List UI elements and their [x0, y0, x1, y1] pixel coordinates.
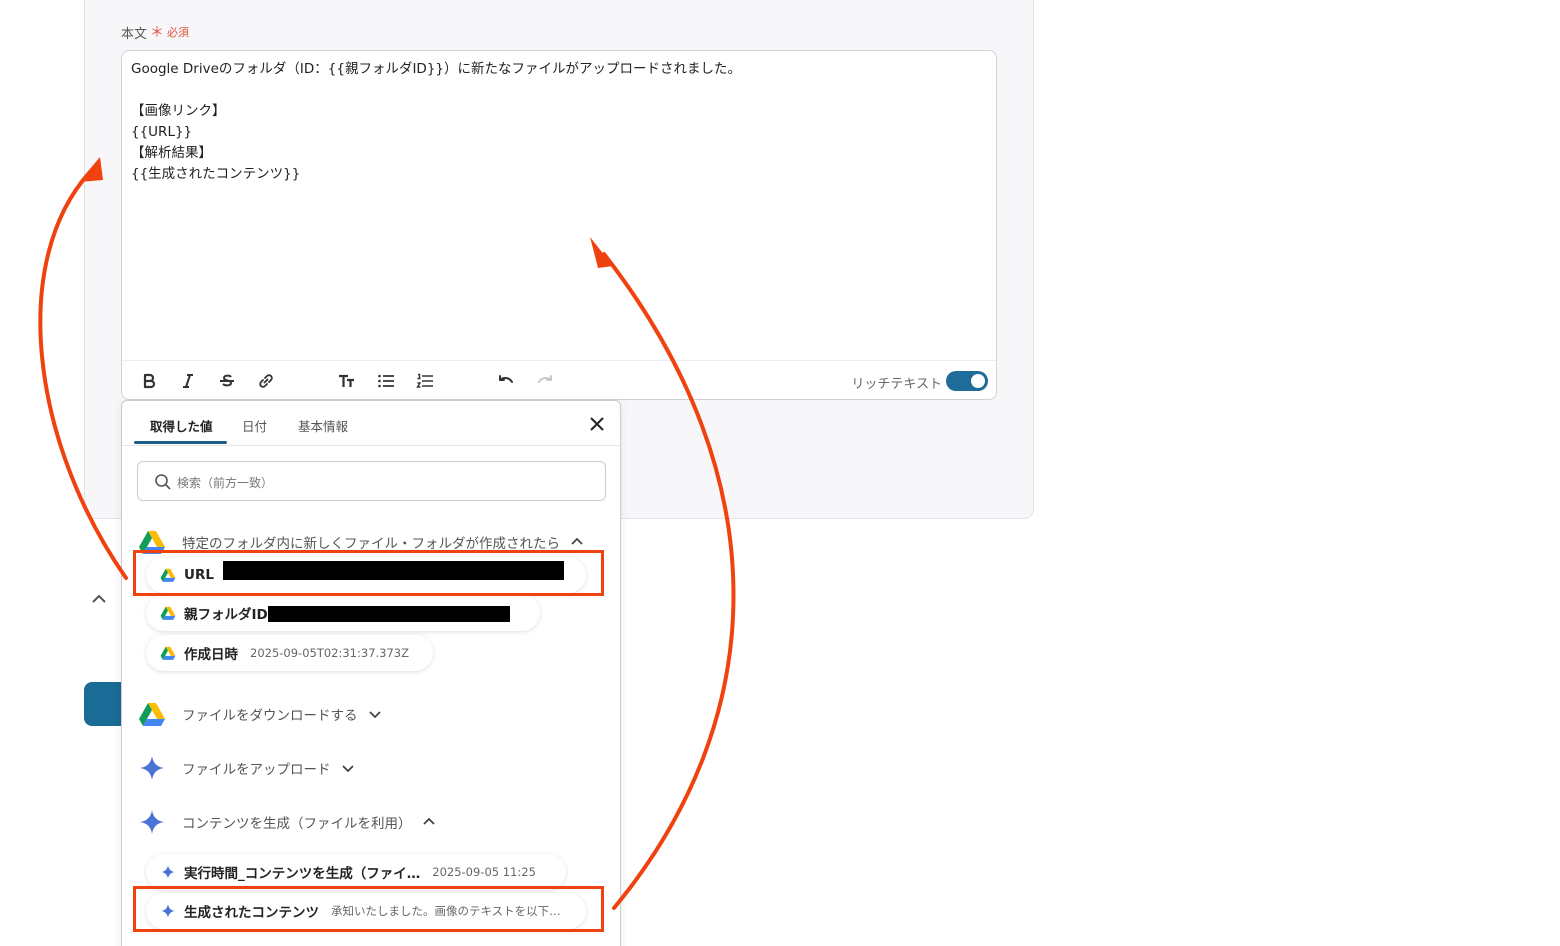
editor-toolbar: リッチテキスト — [122, 360, 996, 400]
tab-acquired-values[interactable]: 取得した値 — [150, 416, 213, 435]
editor-content[interactable]: Google Driveのフォルダ（ID：{{親フォルダID}}）に新たなファイ… — [131, 59, 741, 185]
bold-icon[interactable] — [139, 371, 159, 391]
active-tab-indicator — [134, 441, 227, 444]
section-title: コンテンツを生成（ファイルを利用） — [182, 816, 412, 832]
search-icon — [154, 473, 172, 491]
body-label-text: 本文 — [121, 26, 148, 42]
picker-tabs: 取得した値 日付 基本情報 — [122, 401, 620, 446]
tab-date[interactable]: 日付 — [242, 416, 267, 435]
chevron-up-icon — [571, 537, 583, 545]
google-drive-icon — [160, 646, 176, 660]
highlight-box-generated-content — [133, 886, 604, 932]
bullet-list-icon[interactable] — [376, 371, 396, 391]
numbered-list-icon[interactable] — [415, 371, 435, 391]
section-generate-content[interactable]: コンテンツを生成（ファイルを利用） — [138, 808, 436, 836]
tab-basic-info[interactable]: 基本情報 — [298, 416, 348, 435]
editor-line: Google Driveのフォルダ（ID：{{親フォルダID}}）に新たなファイ… — [131, 61, 741, 77]
screen: 本文 ＊ 必須 Google Driveのフォルダ（ID：{{親フォルダID}}… — [0, 0, 1560, 946]
required-text: 必須 — [167, 26, 190, 39]
editor-line: {{生成されたコンテンツ}} — [131, 166, 301, 182]
gemini-sparkle-icon — [140, 756, 164, 780]
body-field-label: 本文 ＊ 必須 — [121, 22, 189, 42]
value-name: 実行時間_コンテンツを生成（ファイ… — [184, 866, 421, 882]
redo-icon[interactable] — [535, 371, 555, 391]
value-pill-created-at[interactable]: 作成日時 2025-09-05T02:31:37.373Z — [146, 635, 433, 671]
gemini-sparkle-icon — [140, 810, 164, 834]
required-star: ＊ — [150, 25, 165, 41]
section-title: 特定のフォルダ内に新しくファイル・フォルダが作成されたら — [182, 536, 560, 552]
section-title: ファイルをアップロード — [182, 762, 331, 778]
value-pill-execution-time[interactable]: 実行時間_コンテンツを生成（ファイ… 2025-09-05 11:25 — [146, 854, 566, 890]
chevron-up-icon[interactable] — [90, 590, 108, 608]
rich-text-label: リッチテキスト — [851, 377, 942, 392]
undo-icon[interactable] — [496, 371, 516, 391]
variable-picker-popup: 取得した値 日付 基本情報 検索（前方一致） 特定のフォルダ内に新しくファイル・… — [121, 400, 621, 946]
section-title: ファイルをダウンロードする — [182, 708, 358, 724]
link-icon[interactable] — [256, 371, 276, 391]
search-input[interactable]: 検索（前方一致） — [137, 461, 606, 501]
redacted-block — [268, 606, 510, 622]
search-placeholder: 検索（前方一致） — [177, 476, 274, 490]
value-preview: 2025-09-05T02:31:37.373Z — [250, 646, 409, 660]
google-drive-icon — [160, 606, 176, 620]
value-name: 作成日時 — [184, 647, 238, 663]
section-upload-file[interactable]: ファイルをアップロード — [138, 754, 355, 782]
value-preview: 2025-09-05 11:25 — [432, 865, 536, 879]
editor-line: 【解析結果】 — [131, 145, 212, 161]
rich-text-toggle[interactable] — [946, 371, 988, 391]
editor-line: {{URL}} — [131, 124, 193, 140]
strikethrough-icon[interactable] — [217, 371, 237, 391]
chevron-down-icon — [368, 711, 381, 719]
chevron-up-icon — [422, 817, 435, 825]
editor-line: 【画像リンク】 — [131, 103, 226, 119]
text-size-icon[interactable] — [336, 371, 356, 391]
section-download-file[interactable]: ファイルをダウンロードする — [138, 700, 382, 728]
italic-icon[interactable] — [178, 371, 198, 391]
close-icon[interactable] — [588, 415, 606, 433]
gemini-sparkle-icon — [161, 865, 175, 879]
chevron-down-icon — [341, 765, 354, 773]
google-drive-icon — [139, 703, 165, 726]
body-editor[interactable]: Google Driveのフォルダ（ID：{{親フォルダID}}）に新たなファイ… — [121, 50, 997, 400]
highlight-box-url — [133, 550, 604, 596]
value-name: 親フォルダID — [184, 607, 268, 623]
